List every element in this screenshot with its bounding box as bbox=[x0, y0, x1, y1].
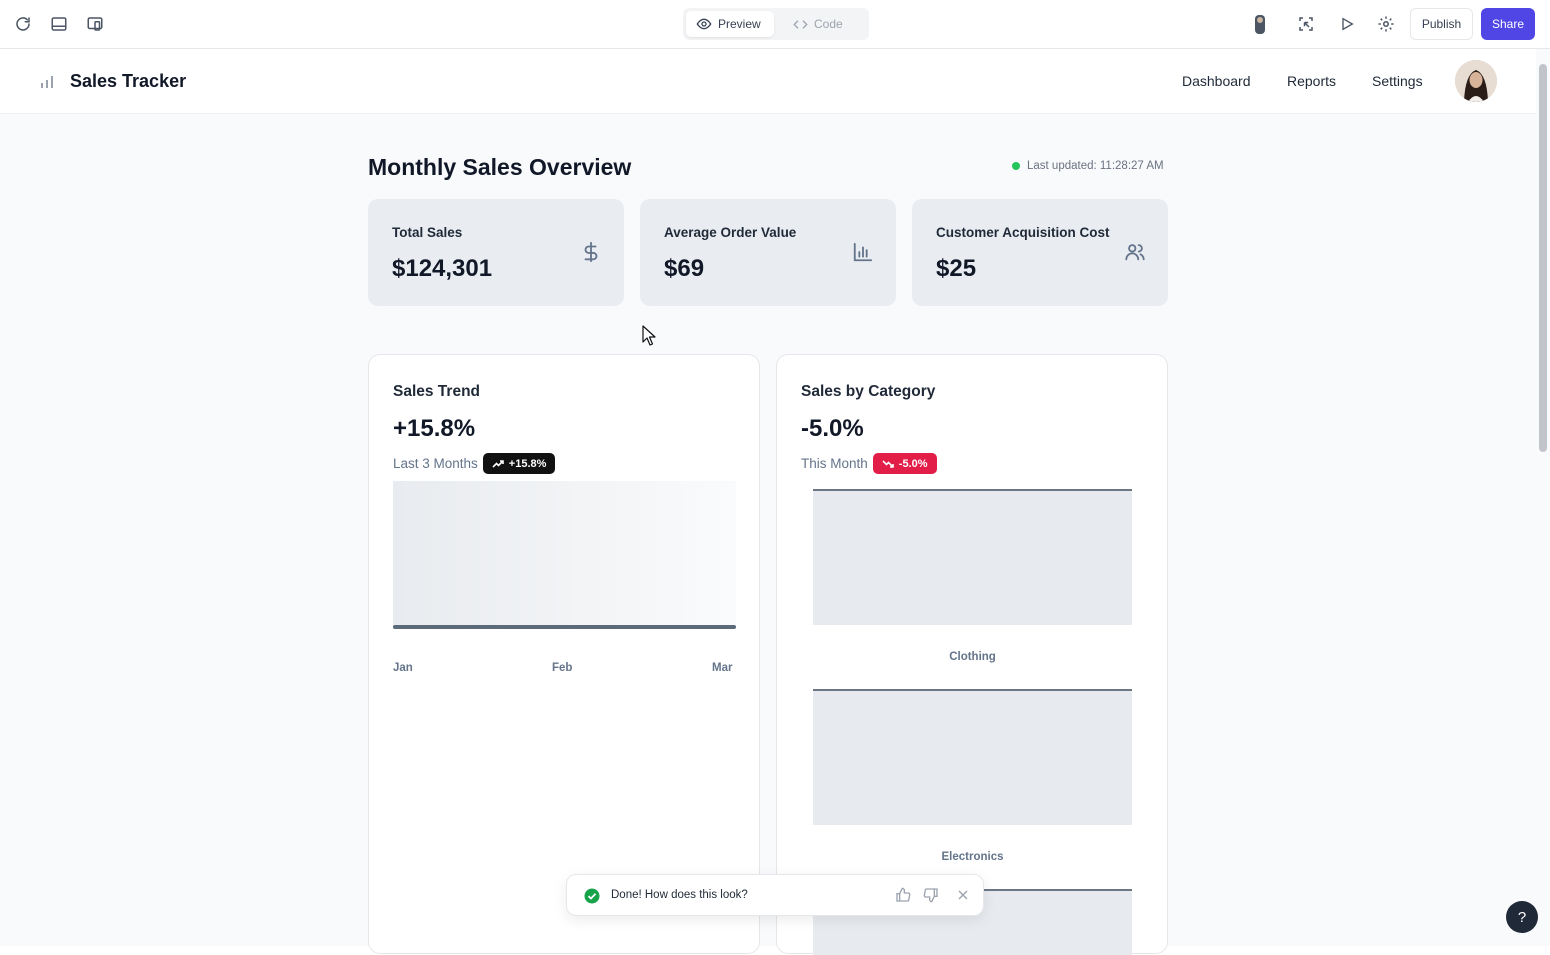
trend-subtitle: Last 3 Months +15.8% bbox=[393, 453, 556, 474]
x-tick-feb: Feb bbox=[552, 662, 573, 674]
toast-message: Done! How does this look? bbox=[611, 889, 748, 901]
brand[interactable]: Sales Tracker bbox=[40, 71, 186, 92]
category-bar-electronics bbox=[813, 689, 1132, 825]
sales-by-category-card: Sales by Category -5.0% This Month -5.0%… bbox=[776, 354, 1168, 955]
responsive-view-icon[interactable] bbox=[83, 12, 107, 36]
editor-toolbar: Preview Code Publish Share bbox=[0, 0, 1550, 49]
stat-value: $124,301 bbox=[392, 255, 493, 282]
trend-badge: +15.8% bbox=[482, 453, 556, 474]
eye-icon bbox=[696, 18, 712, 30]
stat-card-acquisition-cost: Customer Acquisition Cost $25 bbox=[912, 199, 1168, 306]
code-icon bbox=[793, 19, 808, 29]
trending-down-icon bbox=[882, 459, 894, 468]
publish-button[interactable]: Publish bbox=[1410, 8, 1473, 40]
category-badge-text: -5.0% bbox=[898, 457, 928, 470]
nav-reports[interactable]: Reports bbox=[1287, 73, 1336, 89]
card-title: Sales Trend bbox=[393, 383, 481, 400]
trend-line bbox=[393, 625, 736, 629]
mouse-cursor-icon bbox=[642, 325, 656, 346]
category-badge: -5.0% bbox=[872, 453, 937, 474]
app-title: Sales Tracker bbox=[70, 71, 187, 91]
card-title: Sales by Category bbox=[801, 383, 936, 400]
tab-preview-label: Preview bbox=[718, 17, 761, 31]
nav-settings[interactable]: Settings bbox=[1372, 73, 1423, 89]
category-bar-clothing bbox=[813, 489, 1132, 625]
share-button[interactable]: Share bbox=[1481, 8, 1535, 40]
trend-area-chart bbox=[393, 481, 736, 629]
main-content: Monthly Sales Overview Last updated: 11:… bbox=[0, 114, 1536, 955]
category-label-clothing: Clothing bbox=[949, 651, 996, 663]
x-tick-mar: Mar bbox=[712, 662, 733, 674]
layout-panel-icon[interactable] bbox=[47, 12, 71, 36]
scrollbar-thumb[interactable] bbox=[1539, 64, 1547, 452]
stat-card-total-sales: Total Sales $124,301 bbox=[368, 199, 624, 306]
tab-code[interactable]: Code bbox=[783, 11, 859, 37]
tab-code-label: Code bbox=[814, 17, 843, 31]
trend-badge-text: +15.8% bbox=[508, 457, 547, 470]
nav-dashboard[interactable]: Dashboard bbox=[1182, 73, 1251, 89]
sales-trend-card: Sales Trend +15.8% Last 3 Months +15.8% … bbox=[368, 354, 760, 954]
bar-chart-icon bbox=[852, 241, 874, 263]
user-avatar-small[interactable] bbox=[1248, 12, 1272, 36]
category-label-electronics: Electronics bbox=[941, 851, 1004, 863]
category-subtitle: This Month -5.0% bbox=[801, 453, 937, 474]
category-change-value: -5.0% bbox=[801, 415, 864, 442]
thumbs-up-icon[interactable] bbox=[895, 887, 913, 905]
stat-label: Customer Acquisition Cost bbox=[936, 225, 1110, 240]
stat-label: Average Order Value bbox=[664, 225, 797, 240]
users-icon bbox=[1124, 241, 1146, 263]
help-button[interactable]: ? bbox=[1506, 901, 1538, 933]
gear-icon[interactable] bbox=[1374, 12, 1398, 36]
dollar-icon bbox=[580, 241, 602, 263]
bar-chart-logo-icon bbox=[41, 75, 53, 88]
feedback-toast: Done! How does this look? bbox=[566, 874, 984, 916]
stat-label: Total Sales bbox=[392, 225, 463, 240]
status-dot bbox=[1012, 162, 1020, 170]
last-updated: Last updated: 11:28:27 AM bbox=[1012, 160, 1164, 172]
page-title: Monthly Sales Overview bbox=[368, 154, 632, 180]
stat-card-average-order: Average Order Value $69 bbox=[640, 199, 896, 306]
select-element-icon[interactable] bbox=[1294, 12, 1318, 36]
thumbs-down-icon[interactable] bbox=[923, 887, 941, 905]
tab-preview[interactable]: Preview bbox=[686, 11, 774, 37]
profile-avatar[interactable] bbox=[1455, 60, 1497, 102]
trend-period: Last 3 Months bbox=[393, 456, 478, 471]
trending-up-icon bbox=[492, 459, 504, 468]
stat-value: $25 bbox=[936, 255, 977, 282]
play-icon[interactable] bbox=[1335, 12, 1359, 36]
app-header: Sales Tracker Dashboard Reports Settings bbox=[0, 49, 1536, 114]
check-circle-icon bbox=[584, 888, 600, 904]
last-updated-text: Last updated: 11:28:27 AM bbox=[1027, 160, 1164, 172]
trend-change-value: +15.8% bbox=[393, 415, 476, 442]
preview-code-toggle: Preview Code bbox=[683, 8, 869, 40]
x-tick-jan: Jan bbox=[393, 662, 413, 674]
close-icon[interactable] bbox=[955, 887, 973, 905]
category-period: This Month bbox=[801, 456, 868, 471]
stat-value: $69 bbox=[664, 255, 705, 282]
refresh-icon[interactable] bbox=[11, 12, 35, 36]
